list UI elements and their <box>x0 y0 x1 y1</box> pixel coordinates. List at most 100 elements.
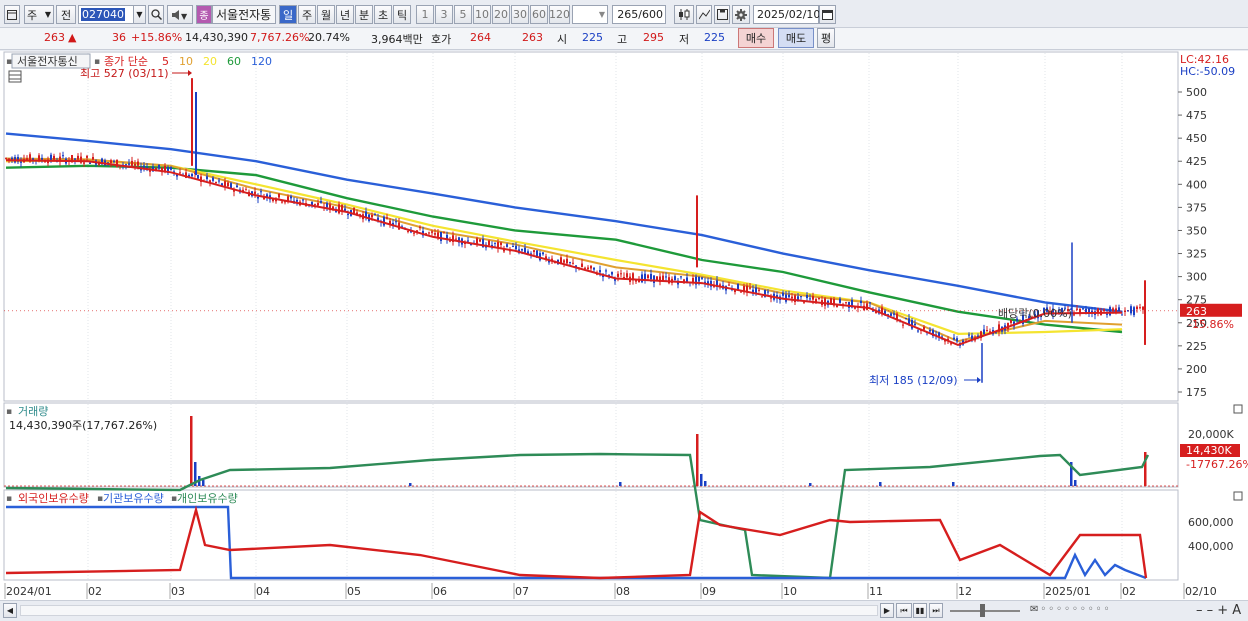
candle-body <box>179 172 181 174</box>
period-button-0[interactable]: 일 <box>279 5 297 24</box>
draw-tool-button[interactable] <box>696 5 712 24</box>
pause-button[interactable]: ▮▮ <box>913 603 927 618</box>
interval-button-3[interactable]: 3 <box>435 5 453 24</box>
stock-code-input[interactable]: 027040 <box>78 5 134 24</box>
volume-bar <box>202 480 205 486</box>
volume-bar <box>190 416 193 486</box>
high-label: 고 <box>617 33 628 46</box>
holding-y-tick: 400,000 <box>1188 540 1234 553</box>
last-pct-label: -15.86% <box>1188 318 1234 331</box>
calendar-button[interactable] <box>819 5 836 24</box>
period-button-2[interactable]: 월 <box>317 5 335 24</box>
chevron-down-icon: ▼ <box>598 10 605 19</box>
zoom-slider-handle[interactable] <box>980 604 985 617</box>
data-count-total: /600 <box>638 8 663 21</box>
candle-body <box>434 233 436 235</box>
ma-legend-5: 5 <box>162 55 169 68</box>
volume-bar <box>809 483 812 486</box>
period-button-6[interactable]: 틱 <box>393 5 411 24</box>
volume-bar <box>704 481 707 486</box>
candle-icon <box>678 9 689 20</box>
candle-body <box>113 160 115 162</box>
candle-body <box>581 263 583 268</box>
history-button[interactable]: ▼ <box>167 5 193 24</box>
scroll-right-button[interactable]: ▶ <box>880 603 894 618</box>
price-pane[interactable] <box>3 51 1179 402</box>
candle-body <box>995 332 997 334</box>
candle-body <box>500 242 502 245</box>
candle-body <box>479 239 481 242</box>
period-button-1[interactable]: 주 <box>298 5 316 24</box>
holding-pane-close-icon[interactable] <box>1233 491 1243 501</box>
y-tick-label: 400 <box>1186 178 1207 191</box>
candle-body <box>1073 314 1075 316</box>
quote-bar: 263 ▲ 36 +15.86% 14,430,390 7,767.26% 20… <box>0 28 1248 50</box>
interval-button-20[interactable]: 20 <box>492 5 510 24</box>
scroll-track[interactable] <box>20 605 878 616</box>
scope-button[interactable]: 전 <box>56 5 76 24</box>
date-field[interactable]: 2025/02/10 <box>753 5 820 24</box>
zoom-slider[interactable] <box>950 610 1020 612</box>
candle-body <box>8 158 10 160</box>
interval-button-1[interactable]: 1 <box>416 5 434 24</box>
volume-pane[interactable] <box>3 402 1179 488</box>
line-tool-icon <box>698 9 710 20</box>
candle-body <box>812 296 814 300</box>
data-count-field[interactable]: 265/600 <box>612 5 666 24</box>
evaluate-button[interactable]: 평 <box>817 28 835 48</box>
save-button[interactable] <box>714 5 730 24</box>
code-dropdown-button[interactable]: ▼ <box>133 5 146 24</box>
candle-body <box>593 267 595 270</box>
chevron-down-icon: ▼ <box>44 10 51 19</box>
candle-body <box>566 258 568 264</box>
candle-body <box>653 275 655 283</box>
settings-button[interactable] <box>732 5 750 24</box>
period-button-4[interactable]: 분 <box>355 5 373 24</box>
sell-button[interactable]: 매도 <box>778 28 814 48</box>
interval-button-60[interactable]: 60 <box>530 5 548 24</box>
hc-label: HC:-50.09 <box>1180 65 1235 78</box>
buy-button[interactable]: 매수 <box>738 28 774 48</box>
search-button[interactable] <box>148 5 164 24</box>
candle-body <box>893 313 895 315</box>
x-axis-label: 2025/01 <box>1045 585 1091 598</box>
indicator-button[interactable] <box>674 5 694 24</box>
candle-body <box>92 156 94 160</box>
x-axis-label: 02 <box>88 585 102 598</box>
chart-area[interactable]: 500 475 450 425 400 375 350 325 300 275 250 225 200 1… <box>0 51 1248 601</box>
candle-body <box>131 160 133 166</box>
scroll-left-button[interactable]: ◀ <box>3 603 17 618</box>
y-tick-label: 500 <box>1186 86 1207 99</box>
zoom-controls[interactable]: – – + A <box>1196 603 1241 618</box>
market-select[interactable]: 주 ▼ <box>24 5 54 24</box>
period-button-3[interactable]: 년 <box>336 5 354 24</box>
forward-button[interactable]: ⏭ <box>929 603 943 618</box>
x-axis-label: 06 <box>433 585 447 598</box>
candle-body <box>50 154 52 161</box>
candle-body <box>317 203 319 206</box>
candle-body <box>326 203 328 208</box>
custom-interval-select[interactable]: ▼ <box>572 5 608 24</box>
tool-icons[interactable]: ✉◦◦◦◦◦◦◦◦◦ <box>1030 604 1111 615</box>
rewind-button[interactable]: ⏮ <box>896 603 912 618</box>
interval-button-10[interactable]: 10 <box>473 5 491 24</box>
candle-body <box>197 174 199 179</box>
candle-body <box>701 277 703 279</box>
interval-button-30[interactable]: 30 <box>511 5 529 24</box>
chart-menu-icon[interactable] <box>4 5 20 24</box>
table-icon[interactable] <box>8 70 22 83</box>
candle-body <box>245 189 247 191</box>
interval-button-120[interactable]: 120 <box>549 5 570 24</box>
candle-body <box>338 204 340 214</box>
toolbar: 주 ▼ 전 027040 ▼ ▼ 종 서울전자통 일주월년분초틱 1 3 5 10 20… <box>0 0 1248 28</box>
price-chart-svg[interactable]: 5004754504254003753503253002752502252001… <box>0 51 1248 601</box>
stock-name-field: 서울전자통 <box>212 5 276 24</box>
interval-button-5[interactable]: 5 <box>454 5 472 24</box>
candle-body <box>542 252 544 255</box>
y-tick-label: 300 <box>1186 271 1207 284</box>
candle-body <box>800 296 802 298</box>
candle-body <box>227 182 229 187</box>
candle-body <box>569 262 571 264</box>
period-button-5[interactable]: 초 <box>374 5 392 24</box>
volume-pane-close-icon[interactable] <box>1233 404 1243 414</box>
